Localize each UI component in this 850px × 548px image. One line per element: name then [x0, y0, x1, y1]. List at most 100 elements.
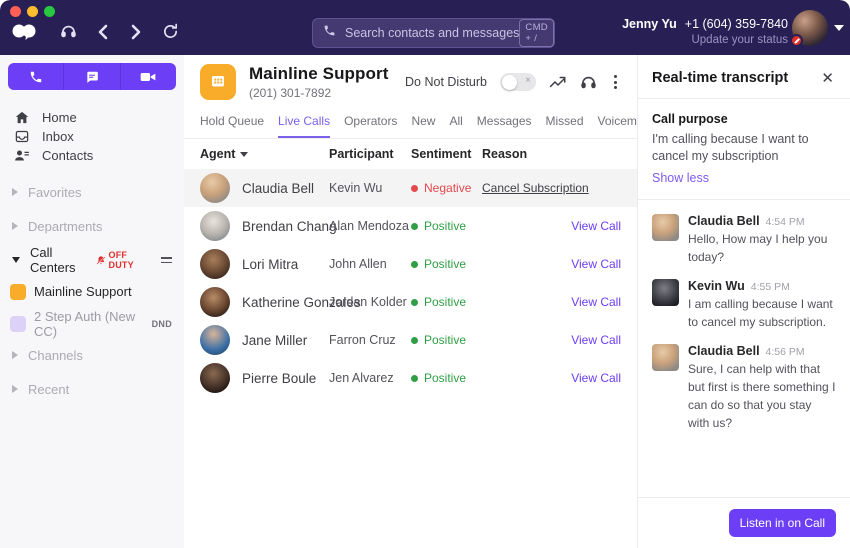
new-meeting-button[interactable]	[120, 63, 176, 90]
user-menu-chevron-icon[interactable]	[834, 25, 844, 31]
section-label: Channels	[28, 348, 83, 363]
minimize-window-button[interactable]	[27, 6, 38, 17]
table-row[interactable]: Katherine Gonzales Jordan Kolder Positiv…	[184, 283, 637, 321]
tab-hold-queue[interactable]: Hold Queue	[200, 114, 264, 138]
tab-live-calls[interactable]: Live Calls	[278, 114, 330, 138]
reason-link[interactable]: Cancel Subscription	[482, 181, 589, 195]
agent-name: Pierre Boule	[242, 371, 316, 386]
avatar	[652, 344, 679, 371]
avatar	[200, 211, 230, 241]
analytics-icon[interactable]	[549, 75, 567, 89]
chevron-right-icon	[12, 222, 18, 230]
chevron-right-icon	[12, 188, 18, 196]
phone-icon	[29, 70, 43, 84]
chevron-right-icon	[12, 351, 18, 359]
sentiment-badge: Positive	[411, 257, 482, 271]
avatar	[200, 287, 230, 317]
column-label: Agent	[200, 147, 235, 161]
tab-operators[interactable]: Operators	[344, 114, 397, 138]
view-call-link[interactable]: View Call	[571, 219, 621, 233]
table-row[interactable]: Pierre Boule Jen Alvarez Positive View C…	[184, 359, 637, 397]
transcript-title: Real-time transcript	[652, 70, 788, 86]
sidebar-section-call-centers[interactable]: Call Centers OFF DUTY	[0, 249, 184, 271]
message-icon	[85, 70, 99, 84]
speaker-name: Kevin Wu	[688, 279, 745, 293]
show-less-link[interactable]: Show less	[652, 171, 709, 185]
chevron-right-icon	[12, 385, 18, 393]
sidebar-nav: Home Inbox Contacts	[0, 104, 184, 165]
table-header: Agent Participant Sentiment Reason	[184, 139, 637, 169]
back-icon[interactable]	[96, 24, 110, 40]
inbox-icon	[14, 129, 30, 144]
agent-name: Lori Mitra	[242, 257, 298, 272]
sentiment-label: Positive	[424, 371, 466, 385]
sidebar-item-home[interactable]: Home	[0, 108, 184, 127]
column-header-agent[interactable]: Agent	[200, 147, 329, 161]
close-window-button[interactable]	[10, 6, 21, 17]
reorder-handle-icon[interactable]	[161, 257, 172, 263]
dnd-badge: DND	[152, 319, 172, 329]
view-call-link[interactable]: View Call	[571, 371, 621, 385]
tab-new[interactable]: New	[411, 114, 435, 138]
chevron-down-icon	[12, 257, 20, 263]
tab-messages[interactable]: Messages	[477, 114, 532, 138]
sentiment-dot-icon	[411, 185, 418, 192]
close-icon[interactable]: ✕	[821, 71, 834, 86]
more-options-icon[interactable]	[610, 73, 621, 91]
dnd-status-badge-icon	[790, 34, 803, 47]
sidebar-section-channels[interactable]: Channels	[0, 344, 184, 366]
user-avatar[interactable]	[792, 10, 828, 46]
tab-all[interactable]: All	[449, 114, 462, 138]
table-row[interactable]: Claudia Bell Kevin Wu Negative Cancel Su…	[184, 169, 637, 207]
sidebar-section-recent[interactable]: Recent	[0, 378, 184, 400]
call-purpose-label: Call purpose	[652, 112, 836, 126]
sentiment-badge: Positive	[411, 219, 482, 233]
new-message-button[interactable]	[63, 63, 119, 90]
sidebar-item-contacts[interactable]: Contacts	[0, 146, 184, 165]
call-center-mainline-support[interactable]: Mainline Support	[0, 280, 184, 303]
do-not-disturb-toggle[interactable]: ×	[500, 73, 536, 91]
participant-name: Alan Mendoza	[329, 219, 411, 233]
column-header-participant: Participant	[329, 147, 411, 161]
table-row[interactable]: Brendan Chang Alan Mendoza Positive View…	[184, 207, 637, 245]
call-center-header: Mainline Support (201) 301-7892 Do Not D…	[184, 55, 637, 100]
view-call-link[interactable]: View Call	[571, 257, 621, 271]
user-info: Jenny Yu+1 (604) 359-7840 Update your st…	[622, 17, 788, 46]
forward-icon[interactable]	[129, 24, 143, 40]
sentiment-dot-icon	[411, 223, 418, 230]
realtime-transcript-panel: Real-time transcript ✕ Call purpose I'm …	[637, 55, 850, 548]
view-call-link[interactable]: View Call	[571, 295, 621, 309]
view-call-link[interactable]: View Call	[571, 333, 621, 347]
table-row[interactable]: Lori Mitra John Allen Positive View Call	[184, 245, 637, 283]
sidebar-section-departments[interactable]: Departments	[0, 215, 184, 237]
sentiment-dot-icon	[411, 375, 418, 382]
transcript-messages: Claudia Bell 4:54 PM Hello, How may I he…	[638, 200, 850, 497]
contacts-icon	[14, 148, 30, 163]
headset-icon[interactable]	[60, 23, 77, 40]
tab-missed[interactable]: Missed	[546, 114, 584, 138]
transcript-message: Kevin Wu 4:55 PM I am calling because I …	[652, 279, 836, 331]
call-purpose-text: I'm calling because I want to cancel my …	[652, 131, 836, 165]
phone-icon	[323, 24, 336, 42]
listen-in-on-call-button[interactable]: Listen in on Call	[729, 509, 836, 537]
sidebar-item-inbox[interactable]: Inbox	[0, 127, 184, 146]
column-label: Participant	[329, 147, 394, 161]
headset-icon[interactable]	[580, 74, 597, 91]
update-status-link[interactable]: Update your status	[622, 34, 788, 46]
sentiment-label: Positive	[424, 333, 466, 347]
refresh-icon[interactable]	[162, 23, 179, 40]
search-input[interactable]: Search contacts and messages CMD + /	[312, 18, 555, 48]
sidebar-section-favorites[interactable]: Favorites	[0, 181, 184, 203]
table-row[interactable]: Jane Miller Farron Cruz Positive View Ca…	[184, 321, 637, 359]
speaker-name: Claudia Bell	[688, 214, 760, 228]
main-content: Mainline Support (201) 301-7892 Do Not D…	[184, 55, 637, 548]
call-center-2-step-auth[interactable]: 2 Step Auth (New CC) DND	[0, 312, 184, 335]
new-call-button[interactable]	[8, 63, 63, 90]
sentiment-badge: Positive	[411, 371, 482, 385]
app-window: Search contacts and messages CMD + / Jen…	[0, 0, 850, 548]
message-text: Hello, How may I help you today?	[688, 230, 836, 266]
message-text: I am calling because I want to cancel my…	[688, 295, 836, 331]
zoom-window-button[interactable]	[44, 6, 55, 17]
agent-name: Claudia Bell	[242, 181, 314, 196]
sidebar: Home Inbox Contacts	[0, 55, 184, 548]
